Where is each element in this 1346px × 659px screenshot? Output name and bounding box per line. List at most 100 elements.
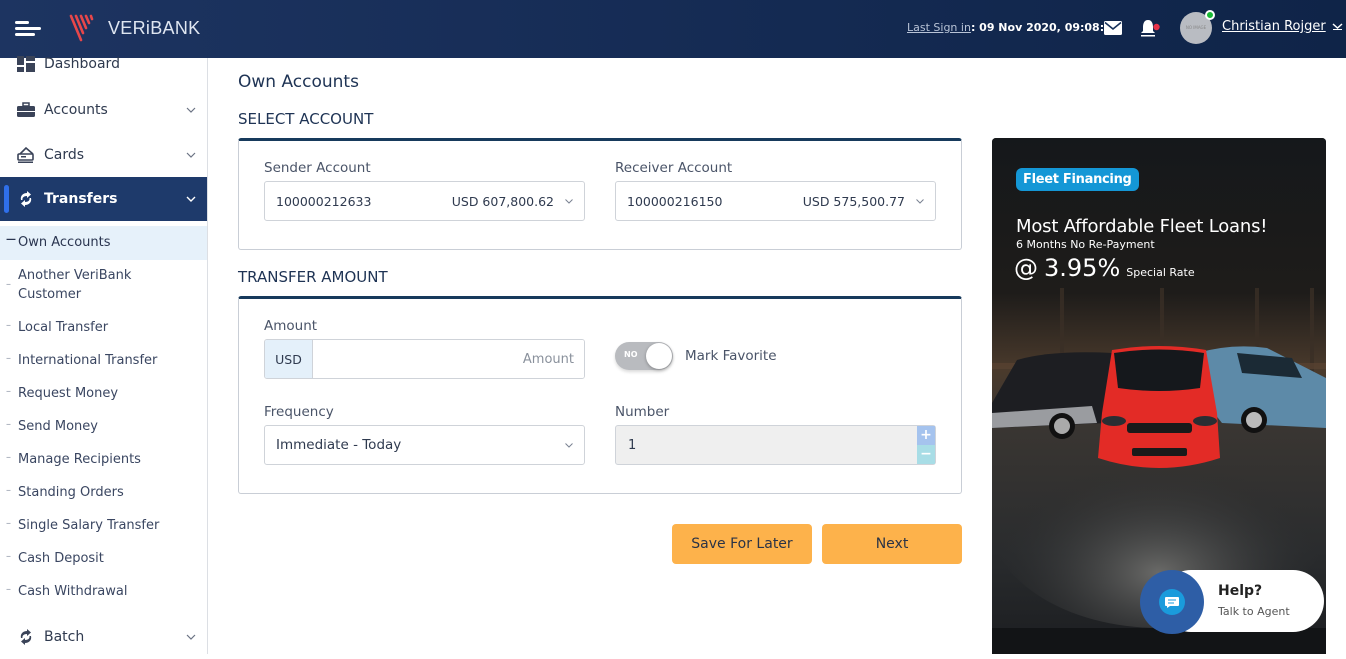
sidebar-subitem-single-salary-transfer[interactable]: – Single Salary Transfer: [0, 516, 207, 536]
mark-favorite-toggle[interactable]: NO: [615, 342, 673, 370]
sidebar-item-dashboard[interactable]: Dashboard: [0, 42, 207, 86]
amount-label: Amount: [264, 318, 318, 334]
help-title: Help?: [1218, 583, 1263, 599]
sidebar-subitem-international-transfer[interactable]: – International Transfer: [0, 351, 207, 371]
currency-addon: USD: [265, 340, 313, 378]
sidebar-item-label: Cards: [44, 147, 85, 163]
sidebar-item-label: Accounts: [44, 102, 108, 118]
select-account-card: Sender Account 100000212633 USD 607,800.…: [238, 138, 962, 250]
number-label: Number: [615, 404, 670, 420]
sidebar-subitem-label: Another VeriBank Customer: [18, 268, 132, 302]
frequency-label: Frequency: [264, 404, 334, 420]
dash-marker: –: [6, 518, 11, 529]
toggle-knob: [646, 343, 672, 369]
section-title-transfer-amount: TRANSFER AMOUNT: [238, 268, 388, 286]
sidebar: Dashboard Accounts Cards Transfers — Own…: [0, 56, 208, 654]
dash-marker: –: [6, 386, 11, 397]
receiver-account-number: 100000216150: [627, 194, 723, 209]
sidebar-subitem-standing-orders[interactable]: – Standing Orders: [0, 483, 207, 503]
ad-rate: @ 3.95% Special Rate: [1014, 254, 1195, 282]
transfer-icon: [20, 629, 32, 645]
sidebar-subitem-another-veribank-customer[interactable]: – Another VeriBank Customer: [0, 266, 207, 306]
receiver-account-balance: USD 575,500.77: [802, 194, 905, 209]
mail-icon[interactable]: [1104, 21, 1122, 35]
last-sign-in-value: : 09 Nov 2020, 09:08:13: [970, 21, 1120, 34]
veribank-logo-mark-icon: [69, 14, 94, 42]
sender-account-label: Sender Account: [264, 160, 371, 176]
help-subtitle: Talk to Agent: [1218, 605, 1290, 618]
card-icon: [17, 147, 34, 163]
sidebar-item-accounts[interactable]: Accounts: [0, 88, 207, 132]
chevron-down-icon: [1332, 23, 1343, 30]
sidebar-subitem-label: Single Salary Transfer: [18, 518, 160, 533]
section-title-select-account: SELECT ACCOUNT: [238, 110, 374, 128]
transfer-amount-card: Amount USD NO Mark Favorite Frequency Im…: [238, 296, 962, 494]
notification-dot: [1153, 23, 1160, 31]
last-sign-in-label[interactable]: Last Sign in: [907, 21, 971, 34]
sidebar-subitem-label: Request Money: [18, 386, 119, 401]
sender-account-balance: USD 607,800.62: [451, 194, 554, 209]
sidebar-subitem-label: Local Transfer: [18, 320, 109, 335]
help-chat-widget[interactable]: Help? Talk to Agent: [1140, 570, 1324, 634]
sidebar-subitem-request-money[interactable]: – Request Money: [0, 384, 207, 404]
sidebar-subitem-label: Standing Orders: [18, 485, 124, 500]
toggle-state-text: NO: [624, 350, 638, 359]
sidebar-subitem-cash-deposit[interactable]: – Cash Deposit: [0, 549, 207, 569]
sidebar-item-transfers[interactable]: Transfers: [0, 177, 207, 221]
chevron-down-icon: [186, 634, 196, 640]
sidebar-item-cards[interactable]: Cards: [0, 133, 207, 177]
ad-subline: 6 Months No Re-Payment: [1016, 238, 1155, 251]
brand-name: VERiBANK: [108, 17, 201, 38]
sidebar-subitem-local-transfer[interactable]: – Local Transfer: [0, 318, 207, 338]
dash-marker: –: [6, 584, 11, 595]
sidebar-item-batch[interactable]: Batch: [0, 615, 207, 659]
dash-marker: –: [6, 320, 11, 331]
sidebar-subitem-label: International Transfer: [18, 353, 158, 368]
page-title: Own Accounts: [238, 72, 359, 92]
save-for-later-button[interactable]: Save For Later: [672, 524, 812, 564]
receiver-account-select[interactable]: 100000216150 USD 575,500.77: [615, 181, 936, 221]
sender-account-select[interactable]: 100000212633 USD 607,800.62: [264, 181, 585, 221]
user-menu[interactable]: Christian Rojger: [1222, 19, 1343, 34]
amount-input-group: USD: [264, 339, 585, 379]
help-circle: [1140, 570, 1204, 634]
dash-marker: –: [6, 279, 11, 290]
chevron-down-icon: [565, 443, 573, 448]
user-name: Christian Rojger: [1222, 19, 1326, 34]
chevron-down-icon: [916, 199, 924, 204]
next-button[interactable]: Next: [822, 524, 962, 564]
dash-marker: –: [6, 452, 11, 463]
dashboard-icon: [17, 56, 35, 72]
frequency-select[interactable]: Immediate - Today: [264, 425, 585, 465]
bell-icon[interactable]: [1140, 18, 1162, 38]
dash-marker: –: [6, 353, 11, 364]
sidebar-subitem-send-money[interactable]: – Send Money: [0, 417, 207, 437]
chevron-down-icon: [186, 152, 196, 158]
sidebar-item-label: Transfers: [44, 191, 118, 207]
sidebar-subitem-label: Manage Recipients: [18, 452, 141, 467]
sidebar-subitem-cash-withdrawal[interactable]: – Cash Withdrawal: [0, 582, 207, 602]
active-indicator: [4, 185, 9, 213]
briefcase-icon: [17, 102, 35, 117]
dash-marker: –: [6, 419, 11, 430]
number-stepper[interactable]: 1 + −: [615, 425, 936, 465]
avatar[interactable]: NO IMAGE: [1180, 10, 1215, 44]
last-sign-in: Last Sign in: 09 Nov 2020, 09:08:13: [907, 21, 1119, 34]
ad-headline: Most Affordable Fleet Loans!: [1016, 216, 1268, 237]
transfer-icon: [20, 191, 32, 207]
sidebar-subitem-own-accounts[interactable]: — Own Accounts: [0, 226, 207, 260]
increment-button[interactable]: +: [917, 426, 935, 445]
decrement-button[interactable]: −: [917, 445, 935, 464]
chat-bubble-icon: [1159, 589, 1185, 615]
amount-input[interactable]: [313, 340, 584, 378]
veribank-logo[interactable]: VERiBANK: [68, 13, 200, 43]
number-value: 1: [628, 438, 637, 453]
menu-icon[interactable]: [15, 21, 43, 37]
dash-marker: —: [6, 234, 16, 245]
dash-marker: –: [6, 551, 11, 562]
rate-label: Special Rate: [1126, 266, 1195, 279]
sidebar-item-label: Batch: [44, 629, 85, 645]
sidebar-subitem-manage-recipients[interactable]: – Manage Recipients: [0, 450, 207, 470]
chevron-down-icon: [186, 196, 196, 202]
sender-account-number: 100000212633: [276, 194, 372, 209]
